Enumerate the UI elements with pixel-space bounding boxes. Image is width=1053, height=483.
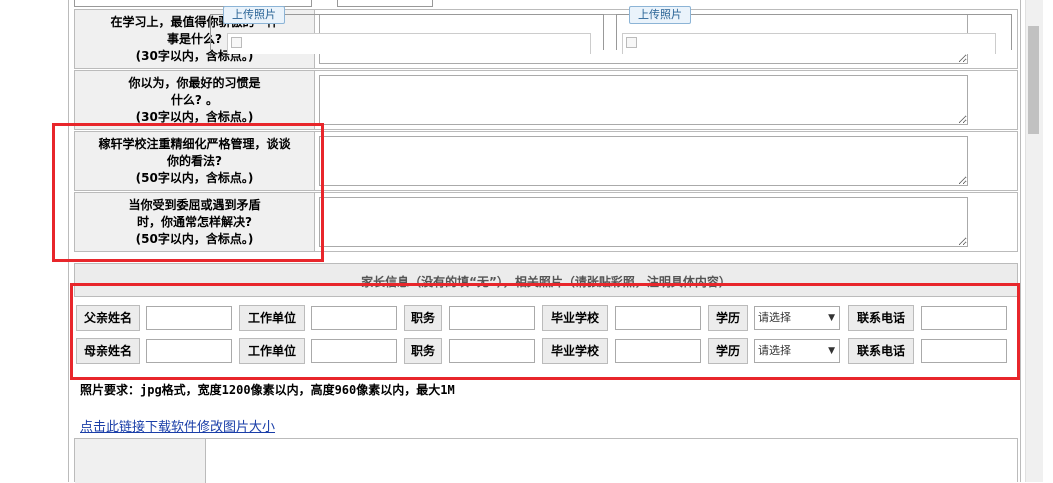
father-phone-input[interactable] — [921, 306, 1007, 330]
answer-textarea-2[interactable] — [319, 75, 968, 125]
father-name-label: 父亲姓名 — [76, 305, 140, 331]
mother-name-input[interactable] — [146, 339, 232, 363]
tab-stub-right — [337, 0, 433, 7]
question-row-2: 你以为，你最好的习惯是 什么? 。 (30字以内，含标点。) — [74, 70, 1018, 130]
upload-fieldset-2: 上传照片 — [616, 6, 1012, 54]
father-work-input[interactable] — [311, 306, 397, 330]
parent-section-title: 家长信息（没有的填“无”），相关照片（请张贴彩照，注明具体内容） — [74, 263, 1018, 297]
mother-work-label: 工作单位 — [239, 338, 305, 364]
scrollbar-thumb[interactable] — [1028, 26, 1039, 134]
mother-edu-label: 学历 — [708, 338, 748, 364]
mother-position-input[interactable] — [449, 339, 535, 363]
father-edu-value: 请选择 — [758, 311, 791, 324]
mother-name-label: 母亲姓名 — [76, 338, 140, 364]
father-school-input[interactable] — [615, 306, 701, 330]
father-edu-label: 学历 — [708, 305, 748, 331]
mother-edu-value: 请选择 — [758, 344, 791, 357]
mother-position-label: 职务 — [404, 338, 442, 364]
father-work-label: 工作单位 — [239, 305, 305, 331]
answer-textarea-4[interactable] — [319, 197, 968, 247]
father-row: 父亲姓名 工作单位 职务 毕业学校 学历 请选择 ▼ 联系电话 — [76, 303, 1016, 333]
father-position-input[interactable] — [449, 306, 535, 330]
answer-textarea-3[interactable] — [319, 136, 968, 186]
question-row-3: 稼轩学校注重精细化严格管理，谈谈 你的看法? (50字以内，含标点。) — [74, 131, 1018, 191]
mother-school-input[interactable] — [615, 339, 701, 363]
question-label: 稼轩学校注重精细化严格管理，谈谈 你的看法? (50字以内，含标点。) — [75, 132, 315, 190]
mother-edu-select[interactable]: 请选择 ▼ — [754, 339, 840, 363]
upload-photo-button-1[interactable]: 上传照片 — [223, 6, 285, 24]
photo-placeholder-2 — [622, 33, 996, 54]
chevron-down-icon: ▼ — [828, 313, 835, 323]
upload-photo-button-2[interactable]: 上传照片 — [629, 6, 691, 24]
father-school-label: 毕业学校 — [542, 305, 608, 331]
upload-label-cell — [75, 439, 206, 483]
question-row-4: 当你受到委屈或遇到矛盾 时，你通常怎样解决? (50字以内，含标点。) — [74, 192, 1018, 252]
photo-placeholder-1 — [227, 33, 591, 54]
upload-fieldset-1: 上传照片 — [210, 6, 604, 54]
photo-requirement: 照片要求：jpg格式，宽度1200像素以内，高度960像素以内，最大1M — [80, 383, 455, 397]
mother-phone-input[interactable] — [921, 339, 1007, 363]
download-software-link[interactable]: 点击此链接下载软件修改图片大小 — [80, 416, 275, 435]
mother-row: 母亲姓名 工作单位 职务 毕业学校 学历 请选择 ▼ 联系电话 — [76, 336, 1016, 366]
father-name-input[interactable] — [146, 306, 232, 330]
father-position-label: 职务 — [404, 305, 442, 331]
question-label: 当你受到委屈或遇到矛盾 时，你通常怎样解决? (50字以内，含标点。) — [75, 193, 315, 251]
question-label: 你以为，你最好的习惯是 什么? 。 (30字以内，含标点。) — [75, 71, 315, 129]
chevron-down-icon: ▼ — [828, 346, 835, 356]
father-phone-label: 联系电话 — [848, 305, 914, 331]
mother-phone-label: 联系电话 — [848, 338, 914, 364]
mother-work-input[interactable] — [311, 339, 397, 363]
mother-school-label: 毕业学校 — [542, 338, 608, 364]
upload-section — [74, 438, 1018, 483]
father-edu-select[interactable]: 请选择 ▼ — [754, 306, 840, 330]
